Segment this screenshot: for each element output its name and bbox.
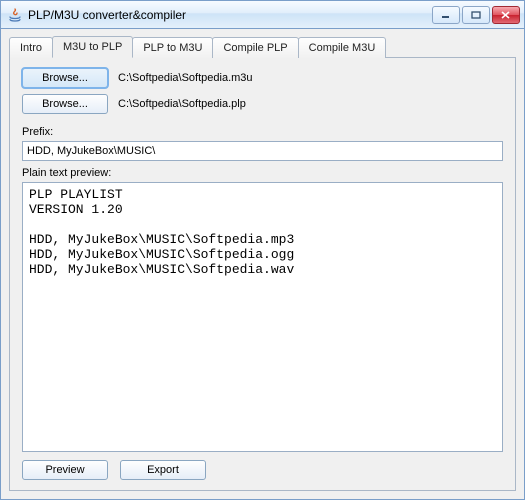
export-button[interactable]: Export: [120, 460, 206, 480]
action-buttons: Preview Export: [22, 460, 503, 480]
client-area: Intro M3U to PLP PLP to M3U Compile PLP …: [1, 29, 524, 499]
tab-compile-m3u[interactable]: Compile M3U: [298, 37, 387, 58]
tab-intro[interactable]: Intro: [9, 37, 53, 58]
preview-label: Plain text preview:: [22, 167, 503, 179]
input-file-path: C:\Softpedia\Softpedia.m3u: [118, 72, 253, 84]
output-file-row: Browse... C:\Softpedia\Softpedia.plp: [22, 94, 503, 114]
tab-panel: Browse... C:\Softpedia\Softpedia.m3u Bro…: [9, 57, 516, 491]
preview-textarea[interactable]: PLP PLAYLIST VERSION 1.20 HDD, MyJukeBox…: [22, 182, 503, 452]
maximize-button[interactable]: [462, 6, 490, 24]
prefix-label: Prefix:: [22, 126, 503, 138]
java-app-icon: [7, 7, 23, 23]
tabs: Intro M3U to PLP PLP to M3U Compile PLP …: [9, 35, 516, 57]
window-title: PLP/M3U converter&compiler: [28, 8, 432, 22]
titlebar: PLP/M3U converter&compiler: [1, 1, 524, 29]
app-window: PLP/M3U converter&compiler Intro M3U to …: [0, 0, 525, 500]
tab-plp-to-m3u[interactable]: PLP to M3U: [132, 37, 213, 58]
browse-output-button[interactable]: Browse...: [22, 94, 108, 114]
output-file-path: C:\Softpedia\Softpedia.plp: [118, 98, 246, 110]
window-controls: [432, 6, 520, 24]
preview-button[interactable]: Preview: [22, 460, 108, 480]
browse-input-button[interactable]: Browse...: [22, 68, 108, 88]
tab-compile-plp[interactable]: Compile PLP: [212, 37, 298, 58]
tab-m3u-to-plp[interactable]: M3U to PLP: [52, 36, 133, 58]
prefix-input[interactable]: [22, 141, 503, 161]
close-button[interactable]: [492, 6, 520, 24]
minimize-button[interactable]: [432, 6, 460, 24]
input-file-row: Browse... C:\Softpedia\Softpedia.m3u: [22, 68, 503, 88]
